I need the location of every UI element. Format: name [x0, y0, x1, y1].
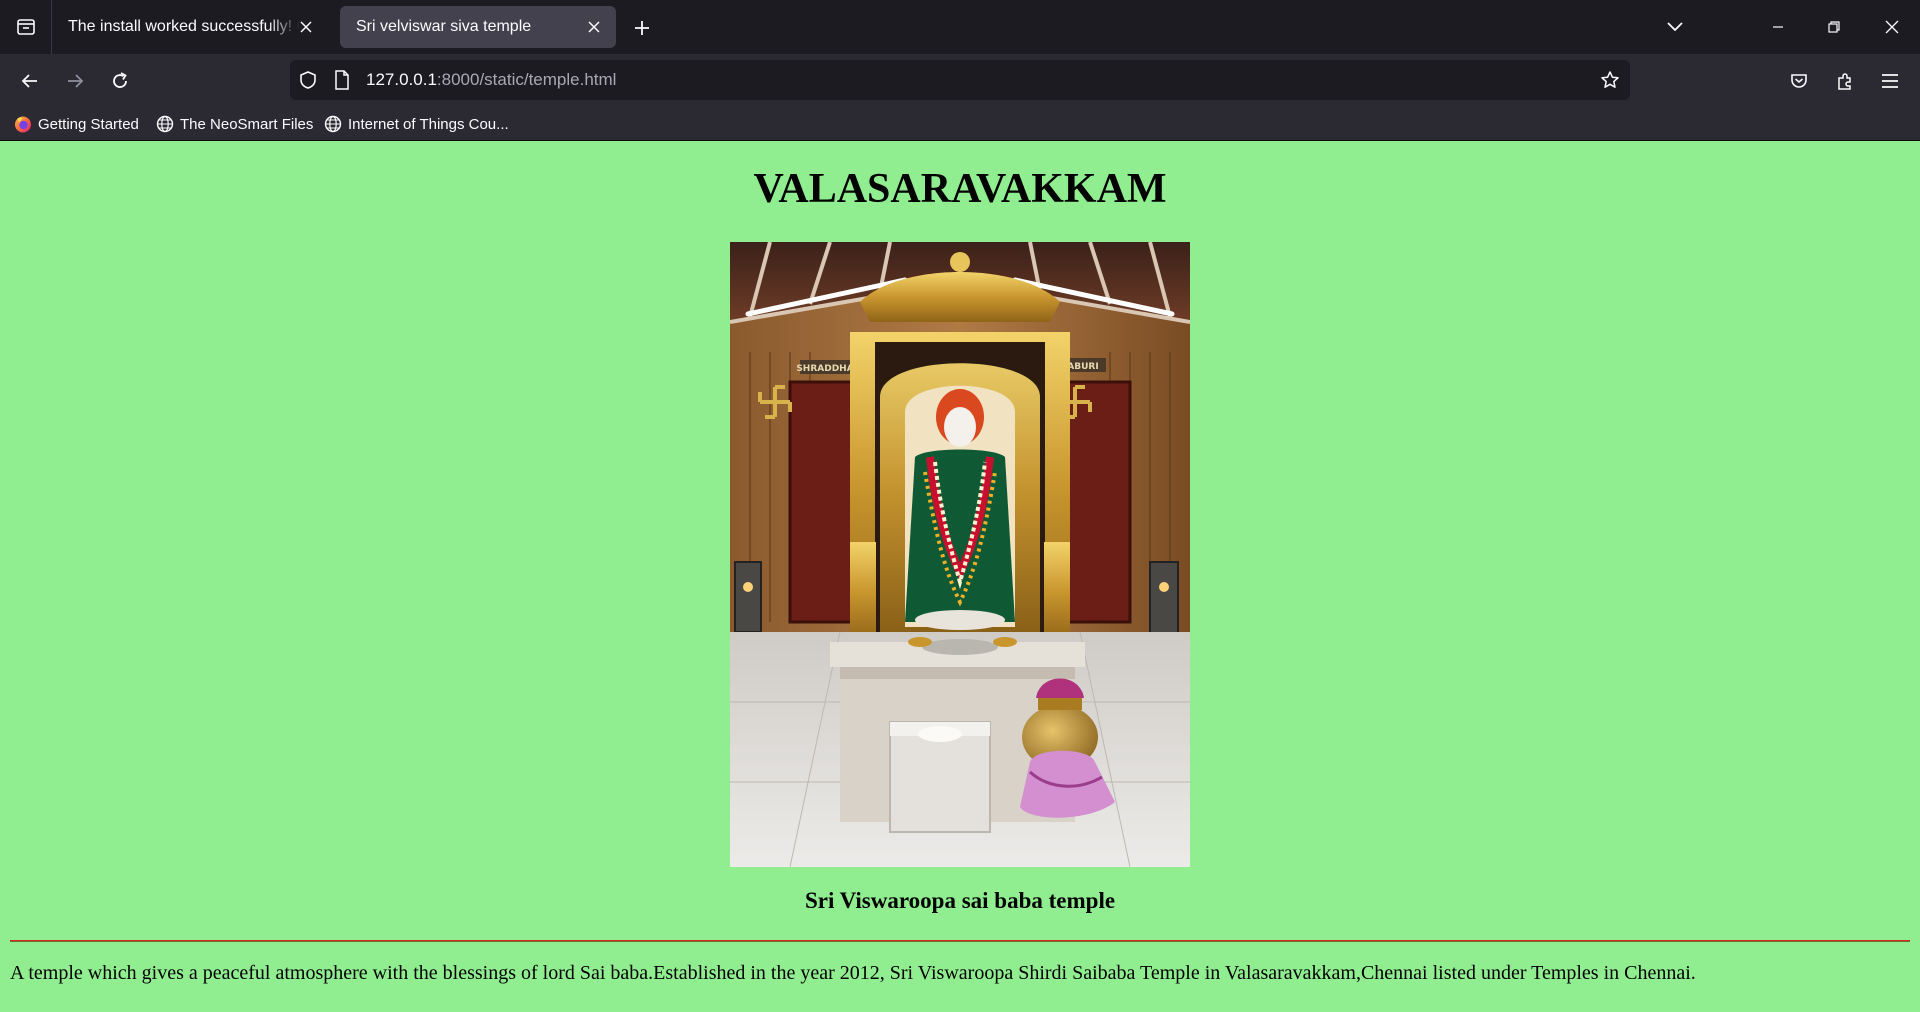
pocket-button[interactable]: [1783, 65, 1815, 97]
temple-caption: Sri Viswaroopa sai baba temple: [804, 888, 1116, 913]
puzzle-icon: [1838, 73, 1851, 90]
star-icon: [1601, 71, 1619, 88]
arrow-right-icon: [68, 74, 84, 88]
url-path: :8000/static/temple.html: [436, 70, 617, 89]
arrow-left-icon: [21, 74, 37, 88]
back-button[interactable]: [14, 65, 46, 97]
bookmarks-toolbar: Getting Started The NeoSmart Files Inter…: [0, 108, 1920, 141]
bookmark-label: The NeoSmart Files: [180, 115, 314, 133]
reload-button[interactable]: [104, 65, 136, 97]
temple-description: A temple which gives a peaceful atmosphe…: [10, 962, 1696, 984]
tab-strip: The install worked successfully! Congrat…: [0, 0, 1920, 54]
firefox-icon: [15, 116, 31, 133]
page-icon: [335, 70, 349, 90]
horizontal-rule: [10, 940, 1910, 942]
bookmark-star-button[interactable]: [1600, 70, 1620, 90]
plus-icon: [635, 21, 649, 35]
tracking-protection-icon[interactable]: [298, 70, 318, 90]
tab-title: The install worked successfully! Congrat…: [68, 18, 300, 35]
pocket-icon: [1791, 74, 1807, 88]
globe-icon: [324, 115, 342, 133]
tab-close-button[interactable]: [584, 17, 604, 37]
url-text: 127.0.0.1:8000/static/temple.html: [366, 70, 616, 90]
close-icon: [1885, 20, 1899, 34]
extensions-button[interactable]: [1829, 65, 1861, 97]
list-all-tabs-button[interactable]: [1660, 12, 1690, 42]
page-content: VALASARAVAKKAM SHRADDHA ABURI Sri Viswar…: [0, 141, 1920, 1012]
firefox-view-button[interactable]: [0, 0, 52, 54]
close-icon: [588, 21, 600, 33]
navigation-toolbar: 127.0.0.1:8000/static/temple.html: [0, 54, 1920, 108]
page-info-icon[interactable]: [332, 70, 352, 90]
chevron-down-icon: [1667, 22, 1683, 32]
page-heading: VALASARAVAKKAM: [753, 166, 1167, 212]
bookmark-neosmart-files[interactable]: The NeoSmart Files: [156, 112, 313, 136]
forward-button[interactable]: [59, 65, 91, 97]
app-menu-button[interactable]: [1874, 65, 1906, 97]
url-bar[interactable]: 127.0.0.1:8000/static/temple.html: [290, 60, 1630, 100]
firefox-view-icon: [16, 19, 35, 35]
tab-install-worked[interactable]: The install worked successfully! Congrat…: [52, 6, 328, 48]
shield-icon: [300, 71, 316, 89]
minimize-button[interactable]: [1750, 0, 1806, 54]
bookmark-label: Getting Started: [38, 115, 139, 133]
bookmark-getting-started[interactable]: Getting Started: [14, 112, 139, 136]
restore-button[interactable]: [1806, 0, 1862, 54]
close-window-button[interactable]: [1864, 0, 1920, 54]
bookmark-internet-of-things[interactable]: Internet of Things Cou...: [324, 112, 509, 136]
url-host: 127.0.0.1: [366, 70, 437, 89]
reload-icon: [113, 72, 127, 88]
close-icon: [300, 21, 312, 33]
bookmark-label: Internet of Things Cou...: [348, 115, 509, 133]
new-tab-button[interactable]: [626, 12, 658, 44]
globe-icon: [156, 115, 174, 133]
tab-temple[interactable]: Sri velviswar siva temple: [340, 6, 616, 48]
sign-right: ABURI: [1067, 362, 1098, 372]
temple-photo-illustration: SHRADDHA ABURI: [730, 242, 1190, 867]
restore-icon: [1828, 21, 1840, 33]
sign-left: SHRADDHA: [796, 364, 853, 374]
temple-photo: SHRADDHA ABURI: [730, 242, 1190, 867]
hamburger-menu-icon: [1882, 74, 1898, 88]
tab-title: Sri velviswar siva temple: [356, 18, 532, 35]
minimize-icon: [1773, 26, 1783, 28]
tab-close-button[interactable]: [296, 17, 316, 37]
